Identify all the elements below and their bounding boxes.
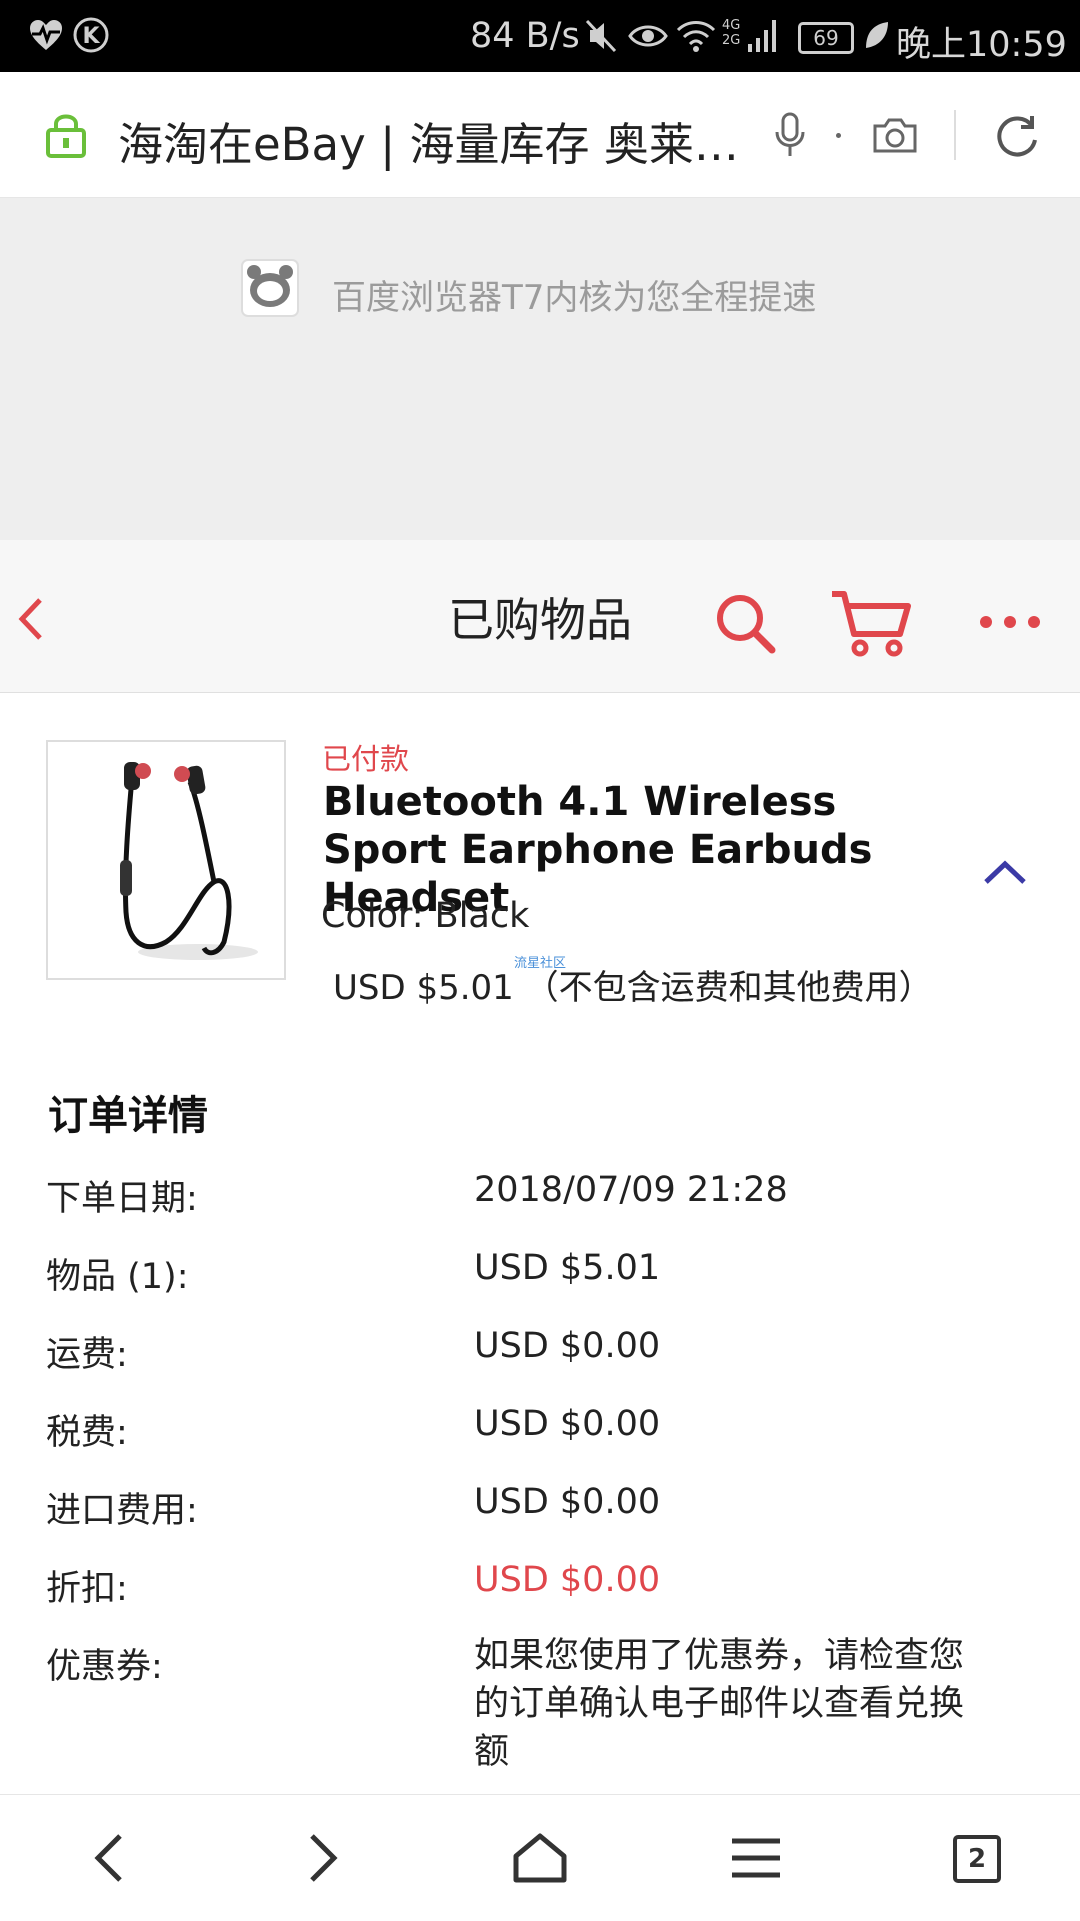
earphones-image [120, 762, 258, 960]
dot-separator [836, 133, 841, 138]
refresh-icon[interactable] [994, 112, 1040, 158]
nav-back-icon [94, 1834, 122, 1882]
watermark-text: 流星社区 [514, 956, 567, 971]
eye-icon [628, 25, 668, 47]
product-price: USD $5.01 （不包含运费和其他费用） [333, 968, 933, 1008]
home-icon [513, 1833, 567, 1883]
shipping-value: USD $0.00 [474, 1326, 661, 1366]
page-title-url[interactable]: 海淘在eBay | 海量库存 奥莱… [118, 108, 738, 173]
status-badge: 已付款 [322, 742, 410, 776]
page-title: 已购物品 [448, 593, 632, 647]
mute-icon [585, 19, 617, 53]
bottom-nav: 2 [0, 1794, 1080, 1921]
clock: 晚上10:59 [896, 25, 1067, 65]
cart-icon[interactable] [828, 588, 914, 658]
svg-text:K: K [82, 24, 100, 49]
divider [954, 110, 956, 160]
k-icon: K [73, 17, 109, 53]
order-date-value: 2018/07/09 21:28 [474, 1170, 788, 1210]
battery-level: 69 [813, 26, 839, 50]
leaf-icon [866, 22, 888, 48]
discount-value: USD $0.00 [474, 1560, 661, 1600]
import-fee-value: USD $0.00 [474, 1482, 661, 1522]
battery-icon: 69 [798, 22, 854, 54]
lock-icon [46, 114, 86, 158]
menu-button[interactable] [696, 1795, 816, 1921]
bear-icon [241, 259, 299, 317]
heart-pulse-icon [30, 20, 62, 50]
coupon-value: 如果您使用了优惠券，请检查您的订单确认电子邮件以查看兑换额 [474, 1636, 965, 1772]
order-date-label: 下单日期: [46, 1179, 198, 1219]
tax-label: 税费: [46, 1413, 128, 1453]
home-button[interactable] [480, 1795, 600, 1921]
coupon-label: 优惠券: [46, 1647, 163, 1687]
banner-text: 百度浏览器T7内核为您全程提速 [332, 278, 817, 318]
nav-back-button[interactable] [48, 1795, 168, 1921]
items-label: 物品 (1): [46, 1257, 189, 1297]
more-icon[interactable] [978, 614, 1042, 630]
product-thumbnail[interactable] [46, 740, 286, 980]
network-speed: 84 B/s [470, 16, 580, 56]
import-fee-label: 进口费用: [46, 1491, 198, 1531]
items-value: USD $5.01 [474, 1248, 661, 1288]
menu-icon [732, 1838, 780, 1878]
url-bar[interactable]: 海淘在eBay | 海量库存 奥莱… [0, 72, 1080, 198]
browser-banner: 百度浏览器T7内核为您全程提速 [0, 198, 1080, 540]
camera-icon[interactable] [872, 116, 918, 154]
product-color: Color: Black [321, 896, 530, 936]
shipping-label: 运费: [46, 1335, 128, 1375]
nav-forward-icon [310, 1834, 338, 1882]
chevron-up-icon[interactable] [980, 858, 1030, 888]
wifi-icon [676, 21, 716, 52]
status-bar: K 84 B/s 4G 2G 69 晚上10:59 [0, 0, 1080, 72]
signal-icon [748, 20, 776, 52]
tabs-icon[interactable]: 2 [953, 1835, 1001, 1883]
tab-count: 2 [967, 1844, 987, 1874]
app-header: 已购物品 [0, 540, 1080, 693]
network-type: 4G 2G [722, 18, 741, 48]
discount-label: 折扣: [46, 1569, 128, 1609]
mic-icon[interactable] [774, 112, 806, 158]
tax-value: USD $0.00 [474, 1404, 661, 1444]
nav-forward-button[interactable] [264, 1795, 384, 1921]
section-title: 订单详情 [48, 1093, 208, 1139]
search-icon[interactable] [714, 592, 778, 656]
